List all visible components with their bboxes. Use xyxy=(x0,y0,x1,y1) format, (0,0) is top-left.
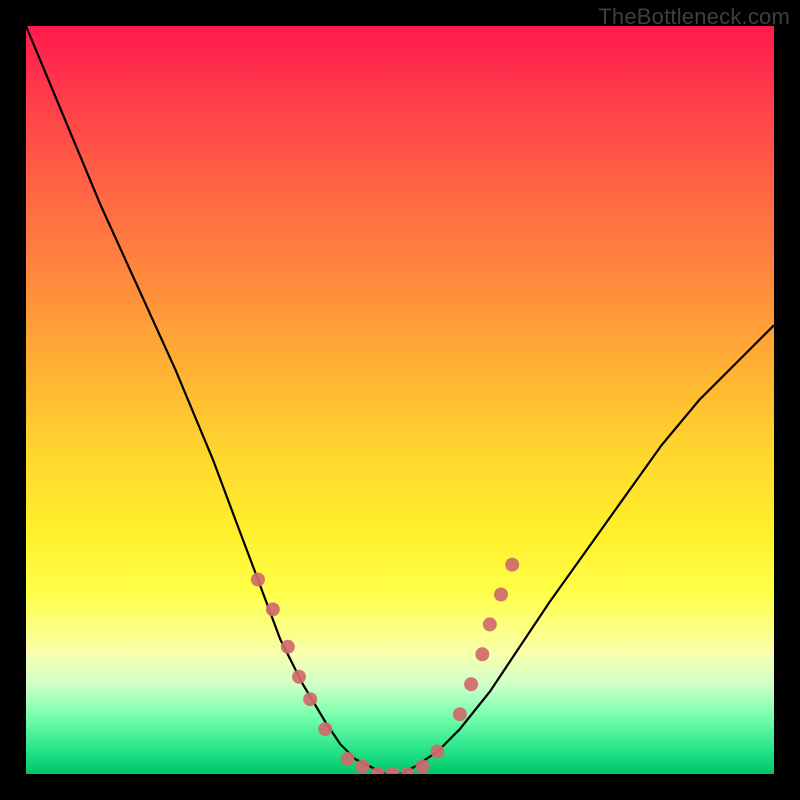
dot xyxy=(318,722,332,736)
dot xyxy=(464,677,478,691)
dot xyxy=(303,692,317,706)
dot xyxy=(386,767,400,774)
watermark-text: TheBottleneck.com xyxy=(598,4,790,30)
dot xyxy=(266,602,280,616)
dot xyxy=(292,670,306,684)
dot xyxy=(505,558,519,572)
chart-frame: TheBottleneck.com xyxy=(0,0,800,800)
dot xyxy=(415,760,429,774)
dot xyxy=(281,640,295,654)
dot xyxy=(453,707,467,721)
dot xyxy=(341,752,355,766)
dot xyxy=(251,573,265,587)
plot-area xyxy=(26,26,774,774)
highlighted-dots xyxy=(251,558,519,774)
dot xyxy=(356,760,370,774)
chart-svg xyxy=(26,26,774,774)
dot xyxy=(494,588,508,602)
dot xyxy=(475,647,489,661)
curve-path xyxy=(26,26,774,774)
dot xyxy=(430,745,444,759)
bottleneck-curve xyxy=(26,26,774,774)
dot xyxy=(483,617,497,631)
